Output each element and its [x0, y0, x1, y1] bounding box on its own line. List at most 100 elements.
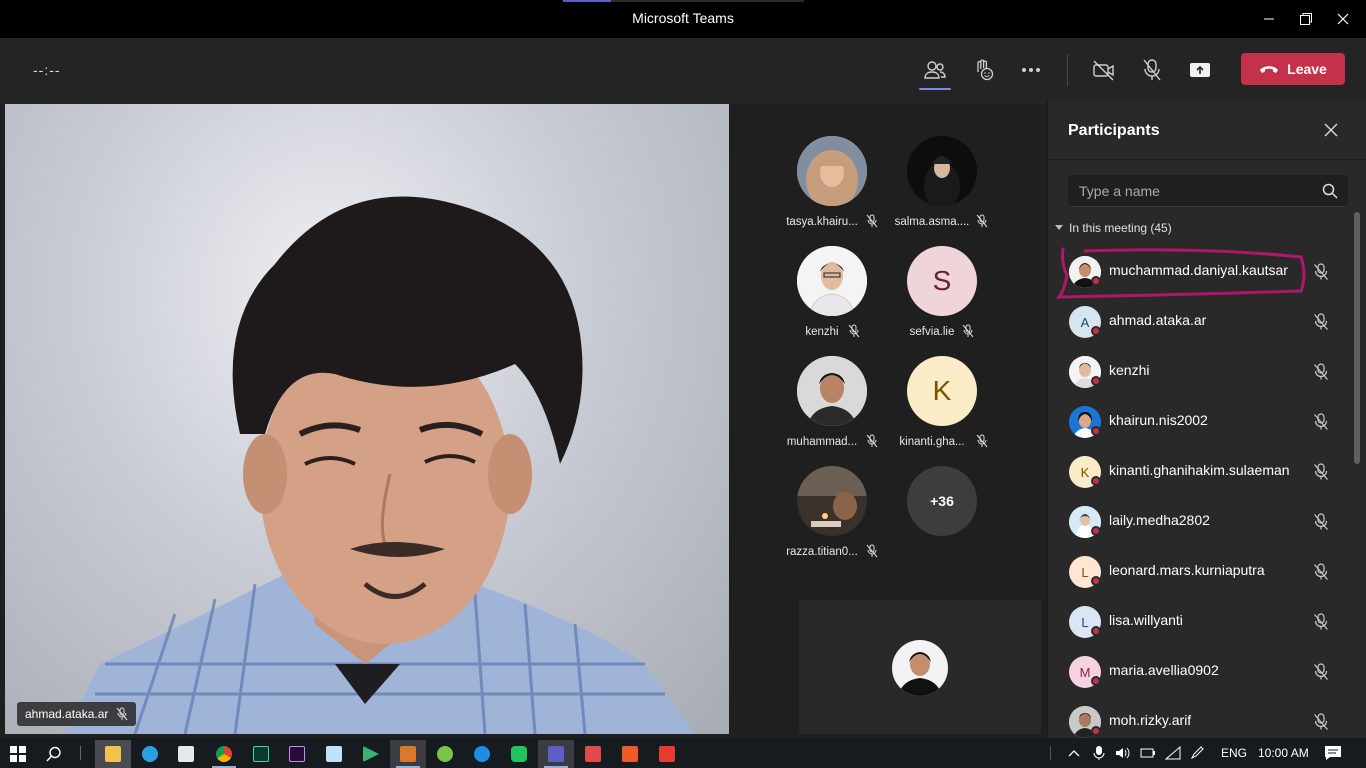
- more-actions-button[interactable]: [1013, 54, 1049, 86]
- start-button[interactable]: [0, 740, 36, 768]
- search-icon[interactable]: [1322, 183, 1338, 199]
- in-meeting-section-header[interactable]: In this meeting (45): [1055, 221, 1172, 235]
- participant-row[interactable]: laily.medha2802: [1048, 496, 1353, 546]
- participant-name: khairun.nis2002: [1109, 412, 1208, 428]
- media-taskbar-icon[interactable]: [353, 740, 389, 768]
- file-explorer-taskbar-icon[interactable]: [95, 740, 131, 768]
- app-taskbar-icon[interactable]: [390, 740, 426, 768]
- gallery-tile[interactable]: muhammad...: [786, 356, 896, 462]
- title-accent-track: [611, 0, 804, 2]
- self-view[interactable]: [799, 600, 1041, 734]
- network-tray-icon[interactable]: [1165, 738, 1181, 768]
- play-icon: [363, 746, 379, 762]
- action-center-button[interactable]: [1324, 738, 1342, 768]
- premiere-taskbar-icon[interactable]: [279, 740, 315, 768]
- pdf-icon: [659, 746, 675, 762]
- language-indicator[interactable]: ENG: [1221, 738, 1247, 768]
- status-dot: [1091, 626, 1101, 636]
- participant-row[interactable]: khairun.nis2002: [1048, 396, 1353, 446]
- participant-row[interactable]: L lisa.willyanti: [1048, 596, 1353, 646]
- webex-taskbar-icon[interactable]: [464, 740, 500, 768]
- people-icon: [924, 61, 946, 79]
- gallery-tile[interactable]: S sefvia.lie: [896, 246, 1006, 352]
- participant-row[interactable]: L leonard.mars.kurniaputra: [1048, 546, 1353, 596]
- leave-button[interactable]: Leave: [1241, 53, 1345, 85]
- reactions-button[interactable]: [965, 54, 1001, 86]
- gallery-tile[interactable]: kenzhi: [786, 246, 896, 352]
- close-window-button[interactable]: [1320, 0, 1366, 38]
- participant-row[interactable]: M maria.avellia0902: [1048, 646, 1353, 696]
- taskbar-search-button[interactable]: [36, 740, 72, 768]
- panel-title: Participants: [1068, 122, 1160, 139]
- leave-label: Leave: [1287, 61, 1327, 77]
- more-participants-tile[interactable]: +36: [896, 466, 1006, 572]
- tile-name: salma.asma....: [894, 216, 970, 228]
- highlight-annotation: [1055, 247, 1306, 299]
- taskbar-separator: [80, 746, 81, 760]
- teams-taskbar-icon[interactable]: [538, 740, 574, 768]
- mic-off-icon: [1314, 663, 1328, 680]
- clock[interactable]: 10:00 AM: [1258, 738, 1309, 768]
- camera-toggle-button[interactable]: [1086, 54, 1122, 86]
- section-label: In this meeting (45): [1069, 221, 1172, 235]
- show-participants-button[interactable]: [917, 54, 953, 90]
- edge-taskbar-icon[interactable]: [132, 740, 168, 768]
- participant-row[interactable]: A ahmad.ataka.ar: [1048, 296, 1353, 346]
- main-video[interactable]: ahmad.ataka.ar: [5, 104, 729, 734]
- title-accent: [563, 0, 611, 2]
- notepad-taskbar-icon[interactable]: [316, 740, 352, 768]
- mic-off-icon: [1314, 313, 1328, 330]
- store-taskbar-icon[interactable]: [168, 740, 204, 768]
- gallery-tile[interactable]: tasya.khairu...: [786, 136, 896, 242]
- windows-logo-icon: [10, 746, 26, 762]
- snip-icon: [585, 746, 601, 762]
- share-screen-button[interactable]: [1182, 54, 1218, 86]
- microphone-tray-icon[interactable]: [1093, 738, 1105, 768]
- participant-name: kinanti.ghanihakim.sulaeman: [1109, 462, 1290, 478]
- pen-tray-icon[interactable]: [1190, 738, 1206, 768]
- avatar: [797, 136, 867, 206]
- overflow-count: +36: [907, 466, 977, 536]
- status-dot: [1091, 576, 1101, 586]
- gallery-tile[interactable]: razza.titian0...: [786, 466, 896, 572]
- mic-off-icon: [976, 214, 988, 228]
- participant-search-input[interactable]: [1068, 175, 1348, 207]
- close-panel-icon[interactable]: [1323, 122, 1339, 138]
- status-dot: [1091, 526, 1101, 536]
- participant-row[interactable]: K kinanti.ghanihakim.sulaeman: [1048, 446, 1353, 496]
- raise-hand-icon: [977, 59, 994, 81]
- audition-taskbar-icon[interactable]: [243, 740, 279, 768]
- gallery-tile[interactable]: K kinanti.gha...: [896, 356, 1006, 462]
- panel-scrollbar[interactable]: [1354, 212, 1360, 464]
- line-taskbar-icon[interactable]: [501, 740, 537, 768]
- participant-row[interactable]: moh.rizky.arif: [1048, 696, 1353, 738]
- mic-toggle-button[interactable]: [1134, 54, 1170, 86]
- participant-row[interactable]: kenzhi: [1048, 346, 1353, 396]
- show-hidden-icons-button[interactable]: [1068, 738, 1080, 768]
- store-icon: [178, 746, 194, 762]
- tile-name: kinanti.gha...: [899, 436, 965, 448]
- chrome-taskbar-icon[interactable]: [206, 740, 242, 768]
- notifications-icon: [1325, 746, 1341, 760]
- pdf-taskbar-icon[interactable]: [649, 740, 685, 768]
- audition-icon: [253, 746, 269, 762]
- volume-tray-icon[interactable]: [1115, 738, 1131, 768]
- gallery-tile[interactable]: salma.asma....: [895, 136, 1006, 242]
- snipping-taskbar-icon[interactable]: [575, 740, 611, 768]
- participant-name: moh.rizky.arif: [1109, 712, 1192, 728]
- paint-icon: [622, 746, 638, 762]
- torrent-taskbar-icon[interactable]: [427, 740, 463, 768]
- participant-name: laily.medha2802: [1109, 512, 1210, 528]
- teams-window: Microsoft Teams --:-- Leave ahmad.ataka.…: [0, 0, 1366, 738]
- participants-panel: Participants In this meeting (45) mucham…: [1047, 100, 1366, 738]
- participant-name: lisa.willyanti: [1109, 612, 1183, 628]
- status-dot: [1091, 326, 1101, 336]
- paint-taskbar-icon[interactable]: [612, 740, 648, 768]
- mic-off-icon: [962, 324, 974, 338]
- battery-tray-icon[interactable]: [1140, 738, 1156, 768]
- premiere-icon: [289, 746, 305, 762]
- mic-off-icon: [866, 434, 878, 448]
- pen-icon: [1190, 746, 1204, 760]
- toolbar-separator: [1067, 54, 1068, 86]
- minimize-icon: [1264, 18, 1274, 20]
